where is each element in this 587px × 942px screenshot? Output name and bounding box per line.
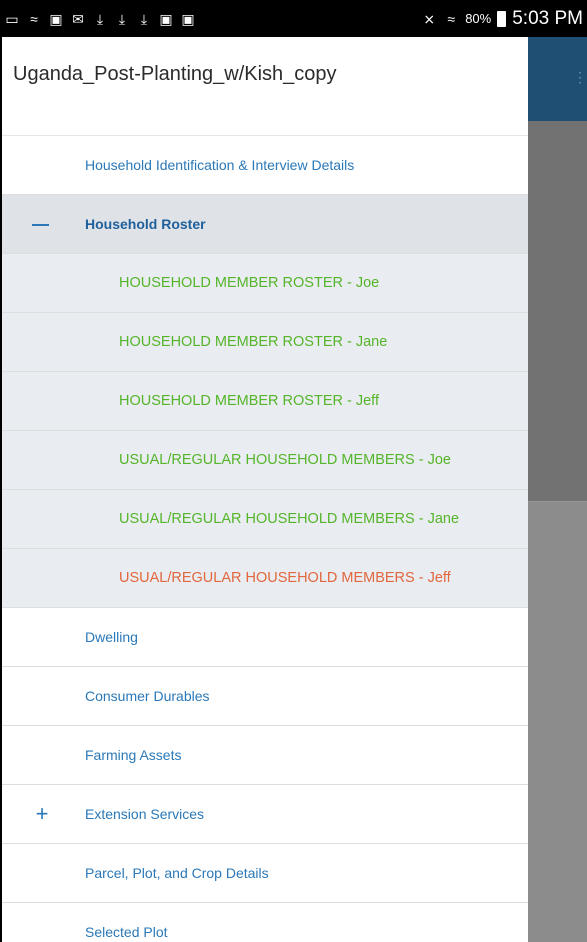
notification-icons: ▭ ≈ ▣ ✉ ⤓ ⤓ ⤓ ▣ ▣ xyxy=(0,12,196,26)
section-label: Extension Services xyxy=(85,806,205,822)
section-label: Farming Assets xyxy=(85,747,182,763)
mute-icon: ⨯ xyxy=(423,10,436,27)
clock: 5:03 PM xyxy=(512,7,583,29)
subsection-label: USUAL/REGULAR HOUSEHOLD MEMBERS - Jane xyxy=(119,511,460,527)
section-label: Household Roster xyxy=(85,216,206,232)
status-bar: ▭ ≈ ▣ ✉ ⤓ ⤓ ⤓ ▣ ▣ ⨯ ≈ 80% 5:03 PM xyxy=(0,0,587,37)
download-icon: ⤓ xyxy=(140,10,148,27)
section-consumer-durables[interactable]: Consumer Durables xyxy=(2,667,528,726)
wifi-icon: ≈ xyxy=(447,10,456,27)
battery-percent: 80% xyxy=(465,11,492,26)
battery-icon xyxy=(497,10,507,27)
section-extension-services[interactable]: + Extension Services xyxy=(2,785,528,844)
bag-icon: ▣ xyxy=(159,10,173,27)
section-dwelling[interactable]: Dwelling xyxy=(2,608,528,667)
subsection-label: HOUSEHOLD MEMBER ROSTER - Jane xyxy=(119,334,388,350)
subsection-usual-members-jeff[interactable]: USUAL/REGULAR HOUSEHOLD MEMBERS - Jeff xyxy=(2,549,528,608)
section-label: Consumer Durables xyxy=(85,688,210,704)
divider xyxy=(528,501,587,502)
section-label: Household Identification & Interview Det… xyxy=(85,157,355,173)
subsection-roster-jane[interactable]: HOUSEHOLD MEMBER ROSTER - Jane xyxy=(2,313,528,372)
section-label: Parcel, Plot, and Crop Details xyxy=(85,865,269,881)
bag-icon: ▣ xyxy=(181,10,195,27)
image-icon: ▣ xyxy=(49,10,63,27)
section-household-identification[interactable]: Household Identification & Interview Det… xyxy=(2,136,528,195)
section-household-roster[interactable]: Household Roster xyxy=(2,195,528,254)
subsection-usual-members-joe[interactable]: USUAL/REGULAR HOUSEHOLD MEMBERS - Joe xyxy=(2,431,528,490)
section-label: Selected Plot xyxy=(85,924,168,940)
section-selected-plot[interactable]: Selected Plot xyxy=(2,903,528,942)
background-content xyxy=(528,121,587,501)
section-farming-assets[interactable]: Farming Assets xyxy=(2,726,528,785)
cast-icon: ▭ xyxy=(5,10,19,27)
navigation-drawer: Uganda_Post-Planting_w/Kish_copy Househo… xyxy=(0,37,528,942)
subsection-roster-jeff[interactable]: HOUSEHOLD MEMBER ROSTER - Jeff xyxy=(2,372,528,431)
subsection-label: USUAL/REGULAR HOUSEHOLD MEMBERS - Jeff xyxy=(119,570,451,586)
section-label: Dwelling xyxy=(85,629,138,645)
subsection-label: HOUSEHOLD MEMBER ROSTER - Jeff xyxy=(119,393,379,409)
wifi-hotspot-icon: ≈ xyxy=(30,10,38,27)
system-status: ⨯ ≈ 80% 5:03 PM xyxy=(421,0,583,37)
subsection-label: USUAL/REGULAR HOUSEHOLD MEMBERS - Joe xyxy=(119,452,451,468)
download-icon: ⤓ xyxy=(96,10,104,27)
background-app[interactable]: ⋮ xyxy=(528,37,587,942)
subsection-label: HOUSEHOLD MEMBER ROSTER - Joe xyxy=(119,275,380,291)
mail-icon: ✉ xyxy=(72,10,84,27)
download-icon: ⤓ xyxy=(118,10,126,27)
subsection-usual-members-jane[interactable]: USUAL/REGULAR HOUSEHOLD MEMBERS - Jane xyxy=(2,490,528,549)
section-parcel-plot-crop[interactable]: Parcel, Plot, and Crop Details xyxy=(2,844,528,903)
overflow-menu-icon[interactable]: ⋮ xyxy=(573,70,587,91)
subsection-roster-joe[interactable]: HOUSEHOLD MEMBER ROSTER - Joe xyxy=(2,254,528,313)
app-bar: ⋮ xyxy=(528,37,587,121)
expand-icon[interactable]: + xyxy=(32,785,52,843)
questionnaire-title: Uganda_Post-Planting_w/Kish_copy xyxy=(13,63,337,85)
drawer-header: Uganda_Post-Planting_w/Kish_copy xyxy=(2,37,528,136)
